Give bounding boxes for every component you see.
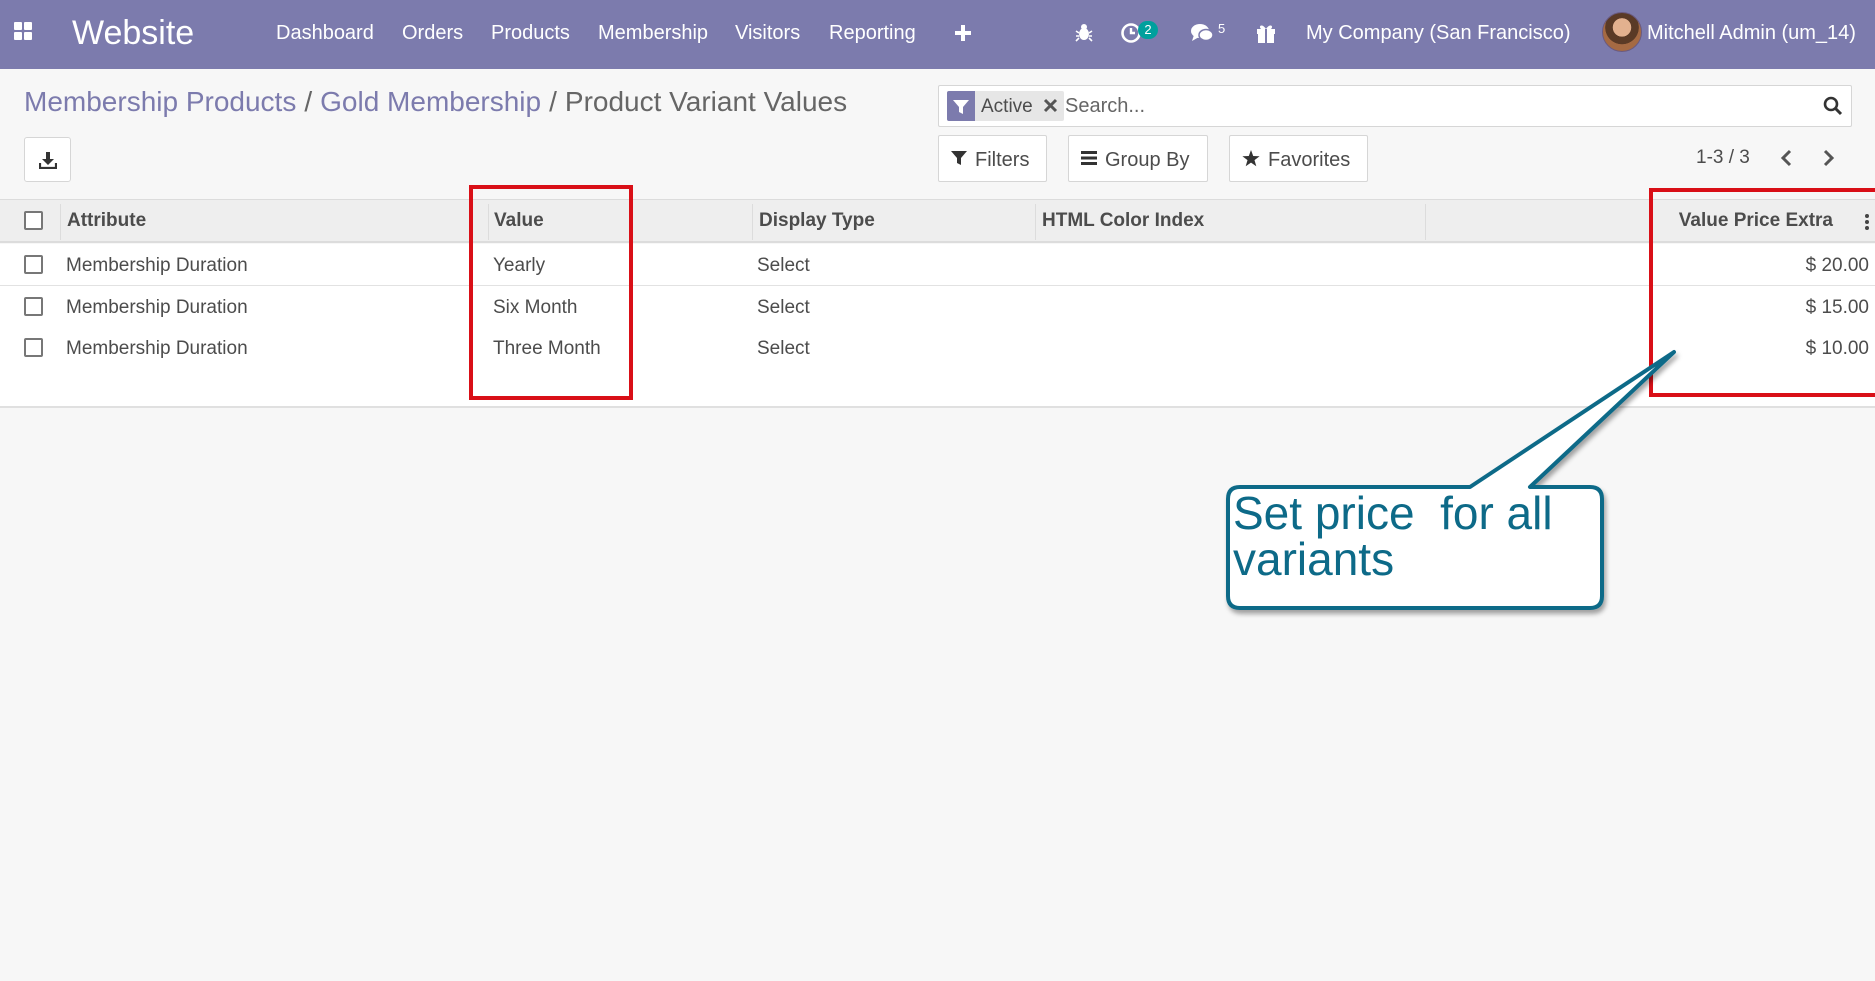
select-all-checkbox[interactable]	[24, 211, 43, 230]
breadcrumb-separator: /	[549, 86, 557, 117]
breadcrumb-gold-membership[interactable]: Gold Membership	[320, 86, 541, 117]
row-checkbox[interactable]	[24, 338, 43, 357]
callout-line-1: Set price for all	[1233, 487, 1553, 539]
user-avatar[interactable]	[1602, 12, 1642, 52]
app-name: Website	[72, 14, 195, 52]
menu-orders[interactable]: Orders	[402, 22, 463, 45]
export-button[interactable]	[24, 137, 71, 182]
group-by-button[interactable]: Group By	[1068, 135, 1208, 182]
filters-button[interactable]: Filters	[938, 135, 1047, 182]
search-icon[interactable]	[1823, 96, 1843, 116]
column-divider	[1035, 204, 1036, 240]
download-icon	[39, 152, 57, 169]
company-switcher[interactable]: My Company (San Francisco)	[1306, 22, 1571, 45]
menu-membership[interactable]: Membership	[598, 22, 708, 45]
column-header-attribute[interactable]: Attribute	[67, 210, 146, 232]
favorites-button[interactable]: Favorites	[1229, 135, 1368, 182]
callout-text: Set price for all variants	[1233, 490, 1593, 582]
pager-value[interactable]: 1-3 / 3	[1696, 147, 1750, 169]
column-header-html-color-index[interactable]: HTML Color Index	[1042, 210, 1204, 232]
cell-display-type: Select	[757, 338, 810, 359]
favorites-label: Favorites	[1268, 149, 1351, 171]
column-divider	[1425, 204, 1426, 240]
chevron-left-icon[interactable]	[1777, 148, 1797, 168]
breadcrumb-separator: /	[304, 86, 313, 117]
star-icon	[1242, 150, 1260, 167]
filters-label: Filters	[975, 149, 1030, 171]
column-header-display-type[interactable]: Display Type	[759, 210, 875, 232]
activity-count-badge: 2	[1138, 21, 1158, 39]
table-header: Attribute Value Display Type HTML Color …	[0, 199, 1875, 243]
row-checkbox[interactable]	[24, 255, 43, 274]
app-menu-icon[interactable]	[14, 22, 34, 42]
remove-facet-icon[interactable]	[1043, 98, 1058, 113]
table-row[interactable]: Membership Duration Three Month Select $…	[0, 327, 1875, 369]
cell-attribute: Membership Duration	[66, 255, 248, 276]
message-count: 5	[1218, 21, 1226, 36]
cell-display-type: Select	[757, 255, 810, 276]
search-panel: Active	[938, 85, 1852, 127]
search-input[interactable]	[1065, 92, 1805, 120]
column-divider	[60, 204, 61, 240]
table-row[interactable]: Membership Duration Yearly Select $ 20.0…	[0, 244, 1875, 286]
top-navbar: Website Dashboard Orders Products Member…	[0, 0, 1875, 69]
cell-display-type: Select	[757, 297, 810, 318]
empty-table-row	[0, 368, 1875, 408]
active-filter-facet[interactable]: Active	[947, 91, 1064, 121]
gift-icon[interactable]	[1255, 22, 1277, 44]
price-column-highlight	[1649, 188, 1875, 397]
column-divider	[752, 204, 753, 240]
callout-line-2: variants	[1233, 533, 1395, 585]
filter-icon	[951, 151, 967, 165]
value-column-highlight	[469, 185, 633, 400]
user-menu[interactable]: Mitchell Admin (um_14)	[1647, 22, 1856, 45]
table-row[interactable]: Membership Duration Six Month Select $ 1…	[0, 286, 1875, 328]
chevron-right-icon[interactable]	[1818, 148, 1838, 168]
bug-icon[interactable]	[1074, 23, 1094, 43]
menu-reporting[interactable]: Reporting	[829, 22, 916, 45]
menu-dashboard[interactable]: Dashboard	[276, 22, 374, 45]
menu-products[interactable]: Products	[491, 22, 570, 45]
menu-visitors[interactable]: Visitors	[735, 22, 800, 45]
cell-attribute: Membership Duration	[66, 338, 248, 359]
cell-attribute: Membership Duration	[66, 297, 248, 318]
row-checkbox[interactable]	[24, 297, 43, 316]
group-by-icon	[1081, 151, 1097, 165]
breadcrumb: Membership Products / Gold Membership / Prod…	[24, 86, 847, 118]
filter-facet-label: Active	[981, 96, 1033, 117]
messages-icon[interactable]	[1190, 22, 1214, 44]
page-title: Product Variant Values	[564, 86, 848, 117]
filter-facet-icon	[947, 91, 975, 121]
group-by-label: Group By	[1105, 149, 1190, 171]
breadcrumb-membership-products[interactable]: Membership Products	[24, 86, 296, 117]
add-icon[interactable]	[954, 24, 972, 42]
